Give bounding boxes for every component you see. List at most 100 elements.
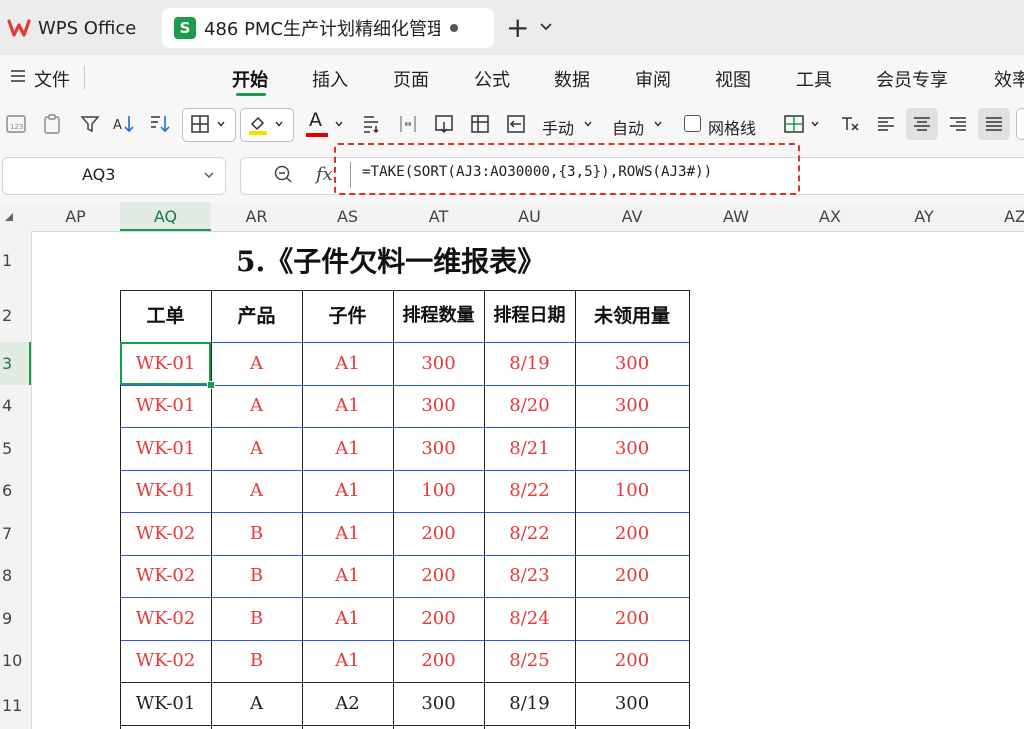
- cell-unclaimed-qty[interactable]: 300: [575, 682, 689, 725]
- menu-file[interactable]: 文件: [34, 66, 70, 92]
- align-center-icon[interactable]: [910, 112, 934, 136]
- borders-chevron-down-icon[interactable]: [216, 119, 226, 129]
- cell-unclaimed-qty[interactable]: 100: [575, 470, 689, 512]
- sort-ascending-icon[interactable]: A: [112, 112, 136, 136]
- hamburger-icon[interactable]: [10, 68, 26, 84]
- calc-manual-button[interactable]: 手动: [542, 115, 574, 139]
- column-header-aq[interactable]: AQ: [120, 202, 211, 231]
- cell-scheduled-qty[interactable]: 200: [393, 597, 484, 640]
- cell-component[interactable]: A1: [302, 555, 393, 597]
- menu-view[interactable]: 视图: [715, 66, 751, 92]
- cell-scheduled-date[interactable]: 8/22: [484, 470, 575, 512]
- cell-work-order[interactable]: WK-01: [120, 385, 211, 427]
- menu-review[interactable]: 审阅: [635, 66, 671, 92]
- cell-component[interactable]: A1: [302, 385, 393, 427]
- cell-scheduled-qty[interactable]: 300: [393, 427, 484, 470]
- cell-work-order[interactable]: WK-01: [120, 427, 211, 470]
- zoom-icon[interactable]: [272, 163, 294, 185]
- fill-color-chevron-down-icon[interactable]: [274, 119, 284, 129]
- unsaved-dot-icon[interactable]: [450, 24, 458, 32]
- conditional-format-chevron-down-icon[interactable]: [810, 119, 820, 129]
- calc-auto-button[interactable]: 自动: [612, 115, 644, 139]
- cell-unclaimed-qty[interactable]: 200: [575, 597, 689, 640]
- paste-icon[interactable]: [40, 112, 64, 136]
- cell-scheduled-qty[interactable]: 300: [393, 385, 484, 427]
- cell-work-order[interactable]: WK-02: [120, 640, 211, 682]
- column-header-as[interactable]: AS: [302, 202, 393, 231]
- cell-product[interactable]: B: [211, 555, 302, 597]
- fx-icon[interactable]: fx: [316, 164, 333, 185]
- wrap-text-icon[interactable]: [360, 112, 384, 136]
- cell-scheduled-date[interactable]: 8/19: [484, 342, 575, 385]
- cell-scheduled-qty[interactable]: 200: [393, 555, 484, 597]
- header-cell-product[interactable]: 产品: [211, 290, 302, 342]
- cell-work-order[interactable]: WK-02: [120, 597, 211, 640]
- cell-scheduled-date[interactable]: 8/20: [484, 385, 575, 427]
- header-cell-scheduled-date[interactable]: 排程日期: [484, 290, 575, 342]
- cell-product[interactable]: A: [211, 427, 302, 470]
- align-left-icon[interactable]: [874, 112, 898, 136]
- row-header-3[interactable]: 3: [0, 342, 31, 385]
- cell-work-order[interactable]: WK-02: [120, 555, 211, 597]
- cell-scheduled-date[interactable]: 8/19: [484, 682, 575, 725]
- cell-scheduled-date[interactable]: 8/21: [484, 427, 575, 470]
- font-color-icon[interactable]: A: [309, 109, 322, 131]
- cell-scheduled-qty[interactable]: 200: [393, 640, 484, 682]
- sort-custom-icon[interactable]: [148, 112, 172, 136]
- column-header-az[interactable]: AZ: [1004, 202, 1024, 231]
- new-tab-button[interactable]: +: [506, 12, 529, 44]
- cell-scheduled-date[interactable]: 8/22: [484, 512, 575, 555]
- row-header-9[interactable]: 9: [0, 597, 31, 640]
- cell-component[interactable]: A1: [302, 470, 393, 512]
- cell-unclaimed-qty[interactable]: 200: [575, 640, 689, 682]
- column-header-av[interactable]: AV: [575, 202, 689, 231]
- cell-scheduled-qty[interactable]: 100: [393, 470, 484, 512]
- cell-component[interactable]: A1: [302, 342, 393, 385]
- menu-efficiency[interactable]: 效率: [994, 66, 1024, 92]
- cell-component[interactable]: A2: [302, 682, 393, 725]
- align-justify-icon[interactable]: [982, 112, 1006, 136]
- cell-scheduled-qty[interactable]: 300: [393, 342, 484, 385]
- row-header-8[interactable]: 8: [0, 555, 31, 597]
- cell-product[interactable]: A: [211, 470, 302, 512]
- cell-scheduled-qty[interactable]: 300: [393, 682, 484, 725]
- number-format-icon[interactable]: 123: [4, 112, 28, 136]
- header-cell-unclaimed-qty[interactable]: 未领用量: [575, 290, 689, 342]
- column-header-ax[interactable]: AX: [783, 202, 877, 231]
- column-header-ap[interactable]: AP: [31, 202, 120, 231]
- merge-cells-icon[interactable]: [396, 112, 420, 136]
- cell-unclaimed-qty[interactable]: 200: [575, 555, 689, 597]
- cell-scheduled-date[interactable]: 8/25: [484, 640, 575, 682]
- cell-component[interactable]: A1: [302, 640, 393, 682]
- font-color-chevron-down-icon[interactable]: [334, 119, 344, 129]
- cell-unclaimed-qty[interactable]: 300: [575, 342, 689, 385]
- fill-handle[interactable]: [207, 381, 215, 389]
- menu-formula[interactable]: 公式: [474, 66, 510, 92]
- cell-scheduled-date[interactable]: 8/24: [484, 597, 575, 640]
- cell-work-order[interactable]: WK-01: [120, 470, 211, 512]
- header-cell-scheduled-qty[interactable]: 排程数量: [393, 290, 484, 342]
- menu-member[interactable]: 会员专享: [876, 66, 948, 92]
- filter-icon[interactable]: [78, 112, 102, 136]
- manual-chevron-down-icon[interactable]: [583, 119, 593, 129]
- column-header-aw[interactable]: AW: [689, 202, 783, 231]
- gridlines-checkbox[interactable]: [684, 115, 701, 132]
- select-all-corner-icon[interactable]: [4, 212, 14, 222]
- tab-document[interactable]: S 486 PMC生产计划精细化管理：全: [162, 8, 494, 48]
- row-header-6[interactable]: 6: [0, 470, 31, 512]
- cell-unclaimed-qty[interactable]: 200: [575, 512, 689, 555]
- menu-page[interactable]: 页面: [393, 66, 429, 92]
- column-header-ar[interactable]: AR: [211, 202, 302, 231]
- name-box-chevron-down-icon[interactable]: [203, 169, 215, 181]
- row-header-2[interactable]: 2: [0, 290, 31, 342]
- column-header-at[interactable]: AT: [393, 202, 484, 231]
- row-header-11[interactable]: 11: [0, 682, 31, 729]
- cell-product[interactable]: A: [211, 682, 302, 725]
- cell-work-order[interactable]: WK-01: [120, 682, 211, 725]
- header-cell-component[interactable]: 子件: [302, 290, 393, 342]
- freeze-panes-icon[interactable]: [504, 112, 528, 136]
- row-header-1[interactable]: 1: [0, 231, 31, 290]
- conditional-format-icon[interactable]: [782, 112, 806, 136]
- cell-component[interactable]: A1: [302, 427, 393, 470]
- column-header-au[interactable]: AU: [484, 202, 575, 231]
